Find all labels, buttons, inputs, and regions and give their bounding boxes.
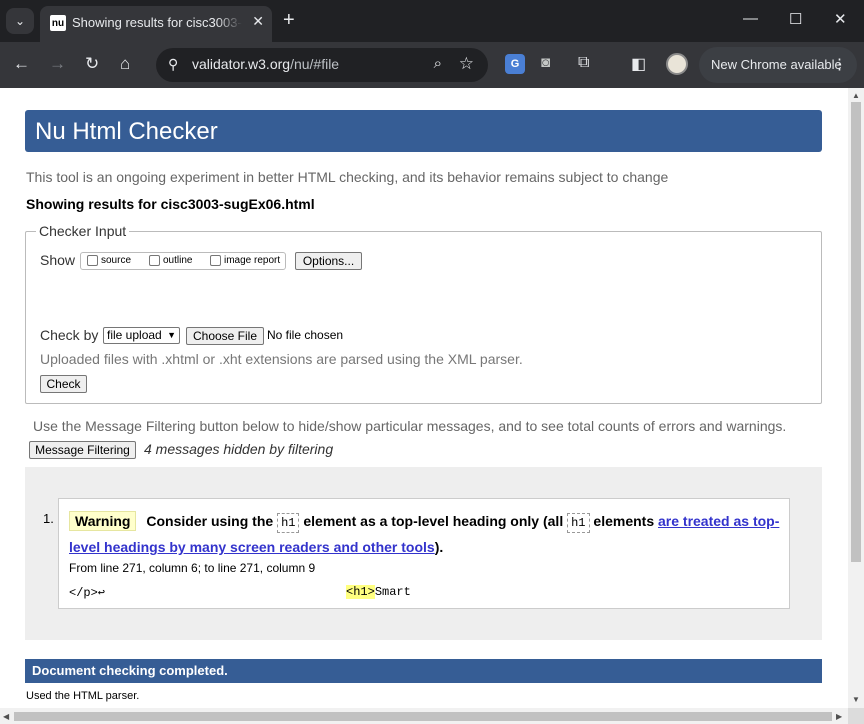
horizontal-scrollbar[interactable]: ◀ ▶ bbox=[0, 708, 848, 724]
chevron-down-icon: ▼ bbox=[167, 330, 176, 340]
camera-icon[interactable]: ◙ bbox=[541, 54, 561, 74]
intro-text: This tool is an ongoing experiment in be… bbox=[26, 169, 669, 185]
parser-note: Used the HTML parser. bbox=[26, 690, 140, 702]
show-label: Show bbox=[40, 252, 76, 268]
window-close-icon[interactable]: ✕ bbox=[834, 10, 847, 28]
scrollbar-corner bbox=[848, 708, 864, 724]
extract-before: </p>↩ bbox=[69, 586, 106, 600]
h1-code: h1 bbox=[567, 513, 590, 533]
site-info-icon[interactable]: ⚲ bbox=[168, 56, 178, 73]
url-text[interactable]: validator.w3.org/nu/#file bbox=[192, 56, 339, 72]
checker-input-legend: Checker Input bbox=[36, 223, 130, 239]
completion-text: Document checking completed. bbox=[32, 663, 228, 678]
h1-code: h1 bbox=[277, 513, 300, 533]
page-header: Nu Html Checker bbox=[25, 110, 822, 152]
checker-input-fieldset: Checker Input Show source outline image … bbox=[25, 223, 822, 404]
warning-message: Warning Consider using the h1 element as… bbox=[58, 498, 790, 609]
tab-search-button[interactable]: ⌄ bbox=[6, 8, 34, 34]
back-icon[interactable]: ← bbox=[13, 54, 30, 74]
image-report-checkbox[interactable] bbox=[210, 255, 221, 266]
message-number: 1. bbox=[43, 511, 54, 526]
horizontal-scroll-thumb[interactable] bbox=[14, 712, 832, 721]
maximize-icon[interactable]: ☐ bbox=[789, 10, 802, 28]
options-button[interactable]: Options... bbox=[295, 252, 362, 270]
vertical-scrollbar[interactable]: ▲ ▼ bbox=[848, 88, 864, 708]
profile-avatar[interactable] bbox=[666, 53, 688, 75]
home-icon[interactable]: ⌂ bbox=[120, 54, 130, 74]
tab-close-icon[interactable]: ✕ bbox=[252, 13, 264, 30]
star-icon[interactable]: ☆ bbox=[459, 54, 474, 74]
scroll-left-icon[interactable]: ◀ bbox=[3, 712, 9, 721]
forward-icon[interactable]: → bbox=[49, 54, 66, 74]
update-chip-label: New Chrome available bbox=[711, 57, 842, 72]
show-image-report-option[interactable]: image report bbox=[210, 255, 280, 266]
scroll-down-icon[interactable]: ▼ bbox=[852, 695, 860, 704]
page-viewport: Nu Html Checker This tool is an ongoing … bbox=[0, 88, 848, 708]
side-panel-icon[interactable]: ◧ bbox=[631, 54, 651, 74]
extensions-icon[interactable]: ⧉ bbox=[578, 54, 598, 74]
check-button[interactable]: Check bbox=[40, 375, 87, 393]
new-tab-button[interactable]: + bbox=[283, 9, 295, 32]
warning-badge: Warning bbox=[69, 511, 137, 531]
source-checkbox[interactable] bbox=[87, 255, 98, 266]
message-location: From line 271, column 6; to line 271, co… bbox=[69, 561, 316, 575]
reload-icon[interactable]: ↻ bbox=[85, 54, 99, 74]
update-chrome-button[interactable]: New Chrome available ⋮ bbox=[699, 47, 857, 83]
show-outline-option[interactable]: outline bbox=[149, 255, 192, 266]
minimize-icon[interactable]: — bbox=[743, 10, 758, 27]
page-title: Nu Html Checker bbox=[35, 118, 218, 145]
zoom-icon[interactable]: ⌕ bbox=[434, 55, 442, 72]
tab-favicon-icon: nu bbox=[50, 15, 66, 31]
message-text: Warning Consider using the h1 element as… bbox=[69, 511, 780, 555]
filter-note: Use the Message Filtering button below t… bbox=[33, 418, 787, 434]
results-panel: 1. Warning Consider using the h1 element… bbox=[25, 467, 822, 640]
tab-strip: ⌄ nu Showing results for cisc3003-sugEx0… bbox=[0, 0, 864, 42]
address-bar[interactable]: ⚲ validator.w3.org/nu/#file ⌕ ☆ bbox=[156, 48, 488, 82]
outline-checkbox[interactable] bbox=[149, 255, 160, 266]
menu-icon[interactable]: ⋮ bbox=[832, 55, 847, 73]
check-by-label: Check by bbox=[40, 327, 99, 343]
show-source-option[interactable]: source bbox=[87, 255, 131, 266]
browser-toolbar: ← → ↻ ⌂ ⚲ validator.w3.org/nu/#file ⌕ ☆ … bbox=[0, 42, 864, 88]
results-heading: Showing results for cisc3003-sugEx06.htm… bbox=[26, 196, 315, 212]
xml-parser-note: Uploaded files with .xhtml or .xht exten… bbox=[40, 351, 523, 367]
translate-icon[interactable]: G bbox=[505, 54, 525, 74]
check-by-select[interactable]: file upload ▼ bbox=[103, 327, 180, 344]
choose-file-button[interactable]: Choose File bbox=[186, 327, 264, 345]
hidden-messages-note: 4 messages hidden by filtering bbox=[144, 441, 334, 457]
extract-highlight: <h1>Smart bbox=[346, 585, 411, 599]
active-tab[interactable]: nu Showing results for cisc3003-sugEx06.… bbox=[40, 6, 272, 42]
show-options-group: source outline image report bbox=[80, 252, 286, 270]
completion-bar: Document checking completed. bbox=[25, 659, 822, 683]
scroll-right-icon[interactable]: ▶ bbox=[836, 712, 842, 721]
tab-title: Showing results for cisc3003-sugEx06.htm… bbox=[72, 15, 242, 30]
scroll-up-icon[interactable]: ▲ bbox=[852, 91, 860, 100]
vertical-scroll-thumb[interactable] bbox=[851, 102, 861, 562]
message-filtering-button[interactable]: Message Filtering bbox=[29, 441, 136, 459]
no-file-label: No file chosen bbox=[267, 328, 344, 342]
